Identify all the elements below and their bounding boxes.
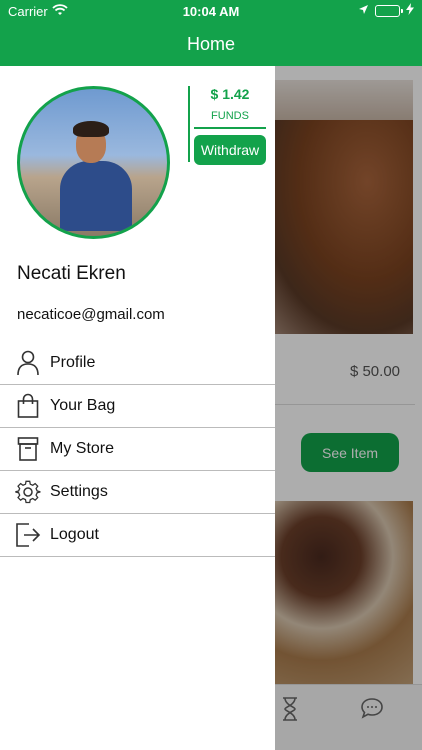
menu-item-profile[interactable]: Profile [0, 342, 275, 385]
store-icon [15, 436, 41, 462]
side-drawer: $ 1.42 FUNDS Withdraw Necati Ekren necat… [0, 66, 275, 750]
location-arrow-icon [358, 3, 369, 18]
menu-item-my-store[interactable]: My Store [0, 428, 275, 471]
menu-item-settings[interactable]: Settings [0, 471, 275, 514]
funds-label: FUNDS [211, 110, 249, 122]
person-icon [15, 350, 41, 376]
nav-title: Home [186, 34, 235, 54]
menu-item-label: Logout [50, 526, 99, 543]
user-name: Necati Ekren [17, 263, 126, 284]
menu-item-logout[interactable]: Logout [0, 514, 275, 557]
menu-item-label: Profile [50, 354, 96, 371]
bag-icon [15, 393, 41, 419]
drawer-menu: Profile Your Bag My Store Settings Logou… [0, 342, 275, 557]
menu-item-label: Your Bag [50, 397, 116, 414]
funds-amount: $ 1.42 [210, 86, 250, 102]
user-email: necaticoe@gmail.com [17, 306, 165, 323]
gear-icon [15, 479, 41, 505]
charging-bolt-icon [406, 3, 414, 18]
withdraw-button[interactable]: Withdraw [194, 135, 266, 165]
menu-item-label: My Store [50, 440, 115, 457]
menu-item-label: Settings [50, 483, 108, 500]
logout-icon [15, 522, 41, 548]
avatar[interactable] [17, 86, 170, 239]
status-bar: Carrier 10:04 AM [0, 0, 422, 22]
menu-item-your-bag[interactable]: Your Bag [0, 385, 275, 428]
top-bar: Carrier 10:04 AM Home [0, 0, 422, 66]
battery-icon [375, 4, 403, 17]
